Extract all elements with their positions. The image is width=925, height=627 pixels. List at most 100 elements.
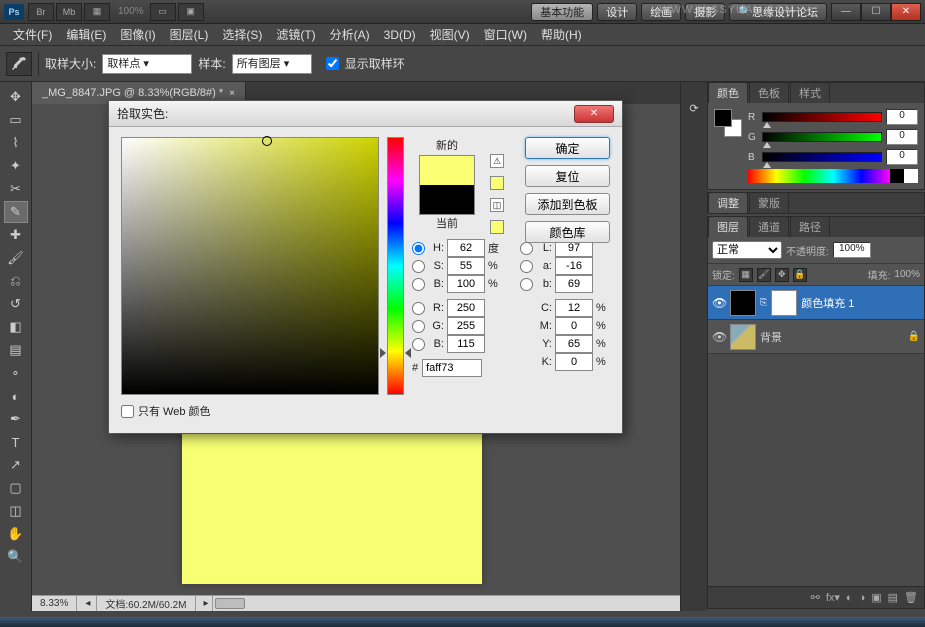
fg-bg-swatch[interactable]: [714, 109, 742, 137]
r-value[interactable]: 0: [886, 109, 918, 125]
a-radio[interactable]: [520, 260, 533, 273]
adjustment-icon[interactable]: ◑: [859, 592, 866, 604]
opacity-value[interactable]: 100%: [833, 242, 871, 258]
g-value[interactable]: 0: [886, 129, 918, 145]
tab-swatches[interactable]: 色板: [749, 82, 789, 103]
layer-name[interactable]: 颜色填充 1: [801, 295, 920, 311]
hand-tool[interactable]: ✋: [4, 523, 28, 545]
minibridge-button[interactable]: Mb: [56, 3, 82, 21]
status-arrow-left[interactable]: ◂: [77, 596, 97, 611]
ok-button[interactable]: 确定: [525, 137, 610, 159]
history-icon[interactable]: ⟳: [689, 102, 698, 115]
h-scrollbar[interactable]: [213, 596, 680, 611]
zoom-tool[interactable]: 🔍: [4, 546, 28, 568]
g-slider[interactable]: [762, 132, 882, 142]
menu-image[interactable]: 图像(I): [113, 26, 162, 43]
status-arrow-right[interactable]: ▸: [196, 596, 213, 611]
menu-help[interactable]: 帮助(H): [534, 26, 589, 43]
lock-trans-icon[interactable]: ▦: [739, 268, 753, 282]
screen-mode-button[interactable]: ▣: [178, 3, 204, 21]
gradient-tool[interactable]: ▤: [4, 339, 28, 361]
minimize-button[interactable]: —: [831, 3, 861, 21]
k-input[interactable]: [555, 353, 593, 371]
blur-tool[interactable]: ∘: [4, 362, 28, 384]
web-only-checkbox[interactable]: [121, 405, 134, 418]
tab-adjust[interactable]: 调整: [708, 192, 748, 213]
layer-row[interactable]: 👁 ⎘ 颜色填充 1: [708, 286, 924, 320]
sample-size-select[interactable]: 取样点 ▾: [102, 54, 192, 74]
new-layer-icon[interactable]: ▤: [888, 591, 898, 604]
wand-tool[interactable]: ✦: [4, 155, 28, 177]
menu-filter[interactable]: 滤镜(T): [269, 26, 322, 43]
sample-layers-select[interactable]: 所有图层 ▾: [232, 54, 312, 74]
blend-mode-select[interactable]: 正常: [712, 241, 782, 259]
tab-channels[interactable]: 通道: [749, 216, 789, 237]
tab-layers[interactable]: 图层: [708, 216, 748, 237]
mask-thumb[interactable]: [771, 290, 797, 316]
workspace-painting[interactable]: 绘画: [641, 3, 681, 21]
b-slider[interactable]: [762, 152, 882, 162]
layer-row[interactable]: 👁 背景 🔒: [708, 320, 924, 354]
move-tool[interactable]: ✥: [4, 86, 28, 108]
menu-view[interactable]: 视图(V): [423, 26, 477, 43]
s-input[interactable]: [447, 257, 485, 275]
color-ramp[interactable]: [748, 169, 918, 183]
status-docsize[interactable]: 文档:60.2M/60.2M: [97, 596, 195, 611]
shape-tool[interactable]: ▢: [4, 477, 28, 499]
b-value[interactable]: 0: [886, 149, 918, 165]
pen-tool[interactable]: ✒: [4, 408, 28, 430]
collapsed-panel-strip[interactable]: ⟳: [681, 82, 707, 611]
bv-radio[interactable]: [412, 278, 425, 291]
lock-pos-icon[interactable]: ✥: [775, 268, 789, 282]
menu-select[interactable]: 选择(S): [215, 26, 269, 43]
trash-icon[interactable]: 🗑: [904, 591, 918, 604]
saturation-value-field[interactable]: [121, 137, 379, 395]
layer-thumb[interactable]: [730, 324, 756, 350]
lasso-tool[interactable]: ⌇: [4, 132, 28, 154]
heal-tool[interactable]: ✚: [4, 224, 28, 246]
visibility-icon[interactable]: 👁: [712, 330, 726, 344]
fill-value[interactable]: 100%: [894, 269, 920, 280]
eraser-tool[interactable]: ◧: [4, 316, 28, 338]
r-input[interactable]: [447, 299, 485, 317]
dialog-titlebar[interactable]: 拾取实色: ✕: [109, 101, 622, 127]
link-layers-icon[interactable]: ⚯: [811, 591, 820, 604]
lock-all-icon[interactable]: 🔒: [793, 268, 807, 282]
c-input[interactable]: [555, 299, 593, 317]
menu-edit[interactable]: 编辑(E): [59, 26, 113, 43]
bridge-button[interactable]: Br: [28, 3, 54, 21]
m-input[interactable]: [555, 317, 593, 335]
stamp-tool[interactable]: ⎌: [4, 270, 28, 292]
path-select-tool[interactable]: ↗: [4, 454, 28, 476]
view-extras-button[interactable]: ▦: [84, 3, 110, 21]
menu-layer[interactable]: 图层(L): [163, 26, 216, 43]
brush-tool[interactable]: 🖌: [4, 247, 28, 269]
add-swatch-button[interactable]: 添加到色板: [525, 193, 610, 215]
workspace-essentials[interactable]: 基本功能: [531, 3, 593, 21]
close-tab-icon[interactable]: ×: [229, 88, 235, 99]
gamut-color-swatch[interactable]: [490, 176, 504, 190]
search-help[interactable]: 🔍 思缘设计论坛: [729, 3, 827, 21]
a-input[interactable]: [555, 257, 593, 275]
tab-styles[interactable]: 样式: [790, 82, 830, 103]
marquee-tool[interactable]: ▭: [4, 109, 28, 131]
bl-input[interactable]: [555, 275, 593, 293]
color-libraries-button[interactable]: 颜色库: [525, 221, 610, 243]
group-icon[interactable]: ▣: [871, 591, 881, 604]
tab-mask[interactable]: 蒙版: [749, 192, 789, 213]
close-button[interactable]: ✕: [891, 3, 921, 21]
menu-window[interactable]: 窗口(W): [477, 26, 534, 43]
layer-thumb[interactable]: [730, 290, 756, 316]
mask-icon[interactable]: ◐: [846, 592, 853, 604]
menu-file[interactable]: 文件(F): [6, 26, 59, 43]
status-zoom[interactable]: 8.33%: [32, 596, 77, 611]
s-radio[interactable]: [412, 260, 425, 273]
gamut-warning-icon[interactable]: ⚠: [490, 154, 504, 168]
g-radio[interactable]: [412, 320, 425, 333]
picker-indicator[interactable]: [262, 136, 272, 146]
crop-tool[interactable]: ✂: [4, 178, 28, 200]
tab-paths[interactable]: 路径: [790, 216, 830, 237]
hue-slider[interactable]: [387, 137, 404, 395]
hex-input[interactable]: [422, 359, 482, 377]
eyedropper-tool[interactable]: ✎: [4, 201, 28, 223]
